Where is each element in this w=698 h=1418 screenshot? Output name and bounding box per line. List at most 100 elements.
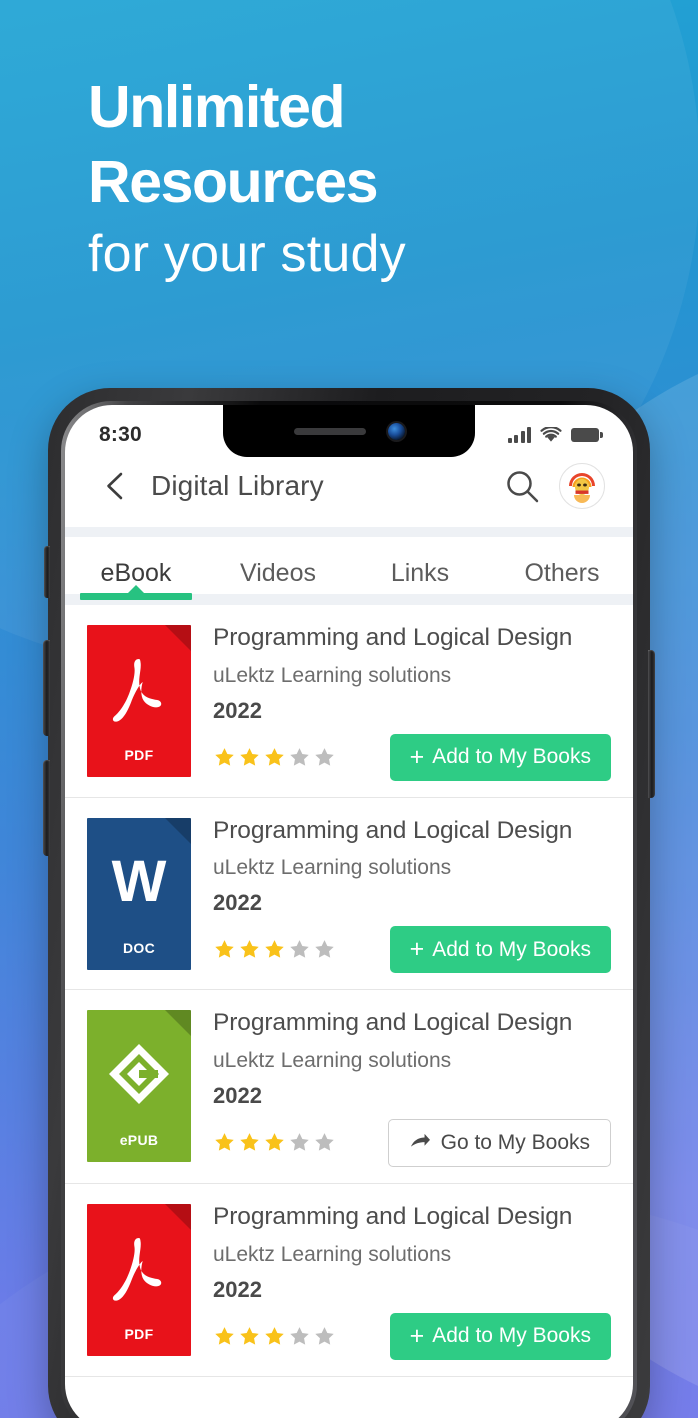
rating-stars[interactable]	[213, 746, 336, 769]
add-to-my-books-button[interactable]: + Add to My Books	[389, 1312, 611, 1360]
list-item-footer: + Add to My Books	[213, 1312, 611, 1360]
star-icon	[215, 940, 234, 958]
list-item[interactable]: PDF Programming and Logical Design uLektz …	[65, 605, 633, 798]
list-item-action[interactable]: + Add to My Books	[389, 926, 611, 974]
epub-file-icon	[109, 1044, 169, 1105]
phone-screen: 8:30 Digital Library eBook Videos Links …	[65, 405, 633, 1418]
book-title: Programming and Logical Design	[213, 624, 573, 651]
tab-active-indicator	[80, 593, 192, 600]
phone-mute-switch[interactable]	[44, 546, 50, 598]
star-icon	[290, 940, 309, 958]
file-type-thumbnail: PDF	[87, 625, 191, 777]
arrow-right-icon	[410, 1133, 430, 1147]
plus-icon: +	[409, 1321, 425, 1350]
star-icon	[240, 747, 259, 766]
file-type-thumbnail: ePUB	[87, 1010, 191, 1163]
file-type-label: PDF	[124, 747, 154, 763]
rating-stars[interactable]	[213, 938, 336, 961]
list-item-action[interactable]: + Add to My Books	[389, 733, 611, 781]
phone-bezel: 8:30 Digital Library eBook Videos Links …	[61, 401, 637, 1418]
star-icon	[290, 747, 309, 766]
star-icon	[265, 1133, 284, 1152]
wifi-icon	[540, 427, 562, 443]
back-chevron-icon[interactable]	[93, 464, 137, 508]
list-item-details: Programming and Logical Design uLektz Lea…	[191, 1008, 611, 1167]
phone-volume-up-button[interactable]	[43, 640, 50, 736]
tab-links[interactable]: Links	[349, 549, 491, 594]
star-icon	[315, 940, 334, 958]
go-to-my-books-button[interactable]: Go to My Books	[387, 1118, 611, 1167]
book-title: Programming and Logical Design	[213, 1009, 573, 1037]
file-type-label: ePUB	[119, 1132, 159, 1149]
go-to-my-books-label: Go to My Books	[440, 1130, 590, 1154]
file-glyph: W	[87, 836, 191, 928]
book-year: 2022	[213, 697, 262, 723]
promo-headline-line-1: Unlimited	[88, 74, 346, 140]
list-item-details: Programming and Logical Design uLektz Lea…	[191, 816, 611, 974]
list-item[interactable]: PDF Programming and Logical Design uLektz …	[65, 1184, 633, 1377]
star-icon	[315, 1133, 334, 1152]
tab-videos[interactable]: Videos	[207, 549, 349, 594]
star-icon	[215, 1133, 234, 1152]
institution-logo-avatar[interactable]	[559, 463, 605, 509]
star-icon	[215, 747, 234, 766]
file-glyph	[87, 1028, 191, 1120]
add-to-my-books-label: Add to My Books	[432, 1324, 591, 1347]
book-publisher: uLektz Learning solutions	[213, 663, 452, 687]
status-bar-time: 8:30	[99, 423, 142, 446]
phone-volume-down-button[interactable]	[43, 760, 50, 856]
tab-ebook[interactable]: eBook	[65, 549, 207, 600]
book-year: 2022	[213, 890, 262, 916]
list-item[interactable]: W DOC Programming and Logical Design uLektz…	[65, 798, 633, 991]
appbar-divider	[65, 527, 633, 537]
star-icon	[265, 747, 284, 766]
phone-mockup-frame: 8:30 Digital Library eBook Videos Links …	[43, 388, 655, 1418]
file-type-label: DOC	[122, 939, 155, 956]
front-camera-icon	[387, 422, 405, 440]
book-year: 2022	[213, 1082, 262, 1108]
plus-icon: +	[409, 935, 425, 964]
add-to-my-books-label: Add to My Books	[432, 937, 591, 961]
phone-power-button[interactable]	[648, 650, 655, 798]
page-title: Digital Library	[151, 470, 324, 501]
list-item-action[interactable]: Go to My Books	[387, 1118, 611, 1167]
resource-list[interactable]: PDF Programming and Logical Design uLektz …	[65, 605, 633, 1377]
earpiece-speaker-icon	[293, 427, 366, 435]
add-to-my-books-button[interactable]: + Add to My Books	[389, 926, 611, 974]
search-icon[interactable]	[499, 463, 545, 509]
battery-icon	[571, 428, 603, 442]
tab-others-label: Others	[524, 559, 600, 587]
book-year: 2022	[213, 1276, 262, 1302]
status-bar-icons	[507, 427, 603, 443]
book-publisher: uLektz Learning solutions	[213, 856, 452, 880]
star-icon	[240, 940, 259, 958]
star-icon	[265, 940, 284, 958]
rating-stars[interactable]	[213, 1131, 336, 1154]
promo-headline: Unlimited Resources for your study	[88, 74, 648, 283]
star-icon	[265, 1326, 284, 1345]
tab-ebook-label: eBook	[100, 559, 172, 587]
book-title: Programming and Logical Design	[213, 1202, 573, 1230]
add-to-my-books-label: Add to My Books	[432, 745, 591, 769]
star-icon	[240, 1326, 259, 1345]
star-icon	[240, 1133, 259, 1152]
rating-stars[interactable]	[213, 1325, 336, 1348]
promo-headline-line-3: for your study	[88, 225, 406, 283]
pdf-file-icon	[112, 659, 162, 722]
book-publisher: uLektz Learning solutions	[213, 1048, 452, 1072]
list-item[interactable]: ePUB Programming and Logical Design uLektz…	[65, 990, 633, 1184]
list-item-details: Programming and Logical Design uLektz Lea…	[191, 623, 611, 781]
app-bar: Digital Library	[65, 457, 633, 527]
tab-others[interactable]: Others	[491, 549, 633, 594]
list-item-details: Programming and Logical Design uLektz Lea…	[191, 1202, 611, 1360]
doc-file-icon: W	[111, 848, 167, 914]
star-icon	[315, 1326, 334, 1345]
add-to-my-books-button[interactable]: + Add to My Books	[389, 733, 611, 781]
star-icon	[215, 1326, 234, 1345]
phone-notch	[223, 405, 475, 457]
book-title: Programming and Logical Design	[213, 816, 573, 844]
list-item-footer: + Add to My Books	[213, 733, 611, 781]
list-item-footer: Go to My Books	[213, 1118, 611, 1167]
list-item-action[interactable]: + Add to My Books	[389, 1312, 611, 1360]
file-glyph	[87, 643, 191, 735]
